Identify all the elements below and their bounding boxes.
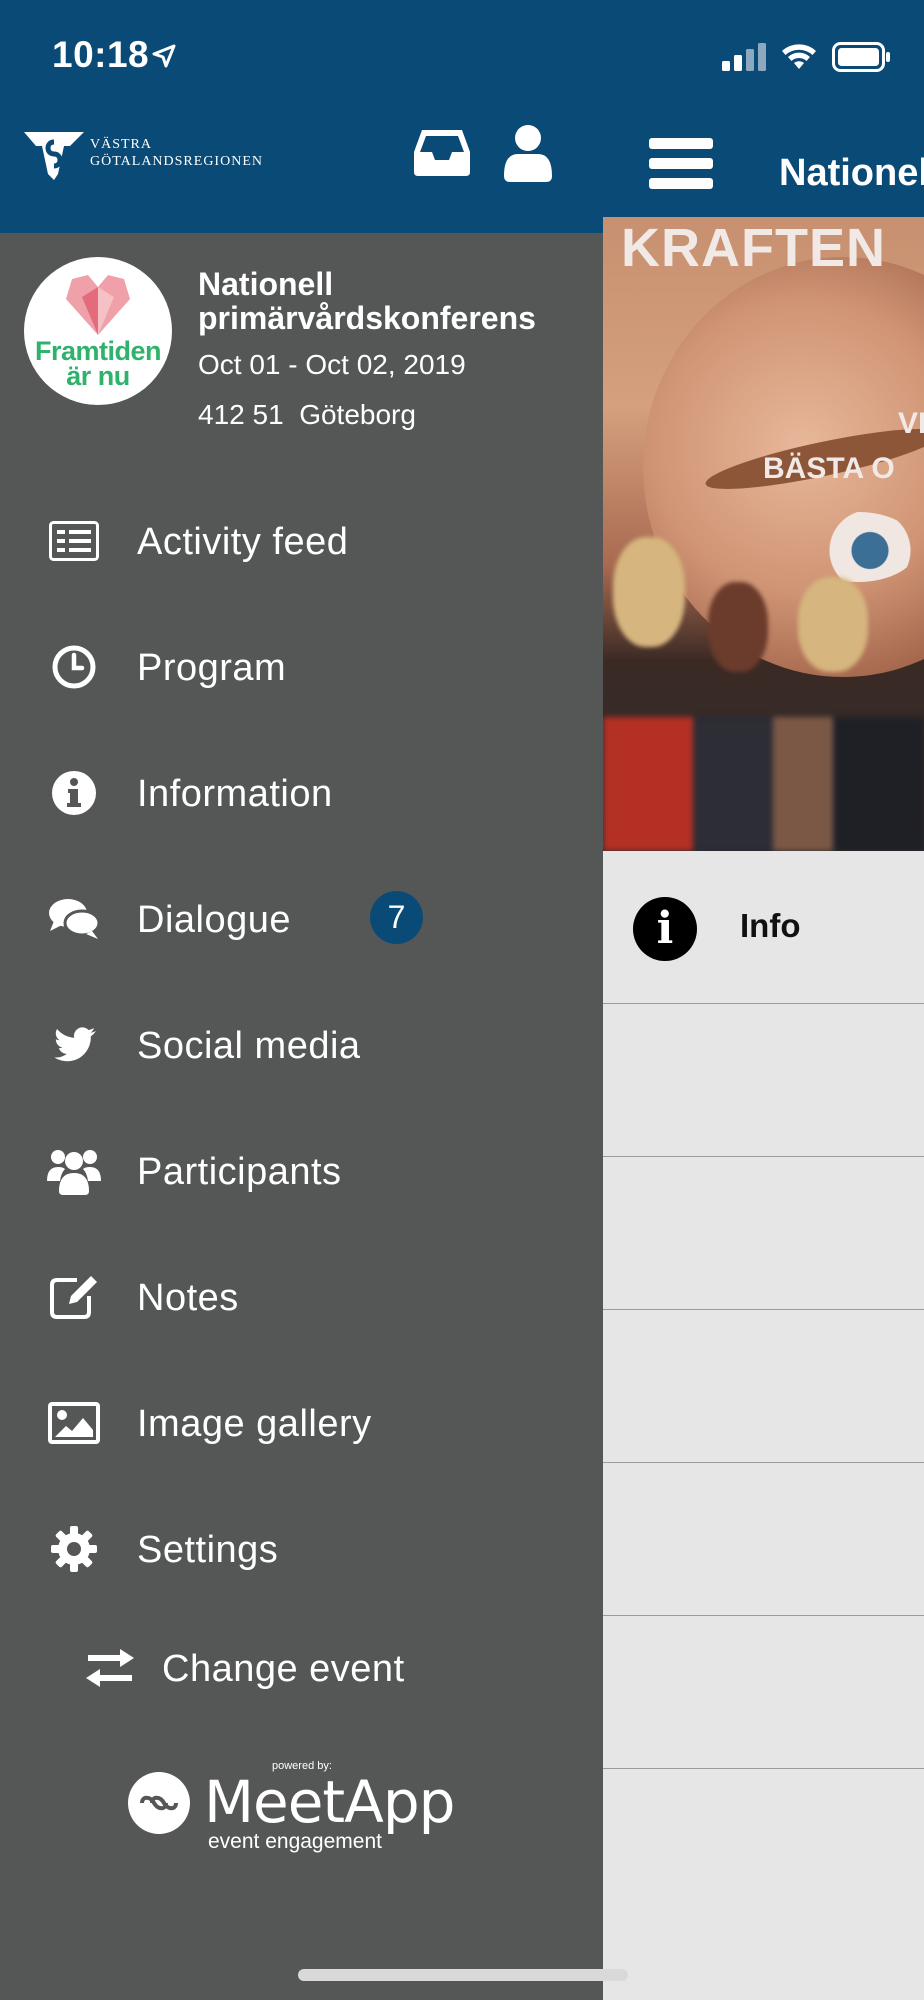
meetapp-tagline: event engagement [208, 1830, 382, 1853]
battery-icon [832, 42, 890, 72]
menu-item-social-media[interactable]: Social media [0, 989, 603, 1099]
main-header: Nationell [603, 0, 924, 217]
event-card[interactable]: Framtiden är nu Nationell primärvårdskon… [0, 233, 603, 448]
wifi-icon [782, 44, 816, 69]
change-event-label: Change event [162, 1648, 405, 1690]
list-item[interactable] [603, 1463, 924, 1616]
chat-bubbles-icon [46, 895, 102, 943]
list-item-info[interactable]: i Info [603, 851, 924, 1004]
event-logo: Framtiden är nu [24, 257, 172, 405]
meetapp-branding: powered by: MeetApp event engagement [128, 1758, 488, 1858]
vgr-emblem-icon [24, 132, 84, 180]
list-item[interactable] [603, 1310, 924, 1463]
menu-item-participants[interactable]: Participants [0, 1115, 603, 1225]
meetapp-wordmark: MeetApp [204, 1768, 455, 1836]
event-logo-text: Framtiden är nu [34, 336, 162, 391]
vgr-logo-text: VÄSTRA GÖTALANDSREGIONEN [90, 137, 263, 169]
status-time: 10:18 [52, 34, 150, 75]
notes-icon [46, 1273, 102, 1321]
menu-item-program[interactable]: Program [0, 611, 603, 721]
main-content: Nationell KRAFTEN VI BÄSTA O i Info [603, 0, 924, 2000]
participants-icon [46, 1147, 102, 1195]
menu-hamburger-button[interactable] [649, 138, 713, 190]
menu-item-label: Image gallery [137, 1403, 372, 1445]
home-indicator[interactable] [298, 1969, 628, 1981]
location-arrow-icon [152, 44, 176, 68]
twitter-icon [46, 1021, 102, 1069]
menu-item-label: Settings [137, 1529, 279, 1571]
inbox-button[interactable] [414, 128, 470, 176]
vgr-logo: VÄSTRA GÖTALANDSREGIONEN [24, 128, 284, 180]
profile-button[interactable] [504, 124, 552, 182]
menu-item-label: Information [137, 773, 333, 815]
menu-item-label: Notes [137, 1277, 239, 1319]
hero-text-line1: KRAFTEN [621, 218, 886, 278]
menu-item-label: Participants [137, 1151, 342, 1193]
drawer-header: 10:18 VÄSTRA GÖTALANDSREGIONEN [0, 0, 603, 233]
signal-icon [722, 43, 766, 71]
menu-item-label: Program [137, 647, 287, 689]
navigation-drawer: 10:18 VÄSTRA GÖTALANDSREGIONEN Framtiden… [0, 0, 603, 2000]
user-icon [504, 125, 552, 182]
menu-item-information[interactable]: Information [0, 737, 603, 847]
menu-item-activity-feed[interactable]: Activity feed [0, 485, 603, 595]
menu-item-label: Social media [137, 1025, 361, 1067]
event-location: 412 51 Göteborg [198, 399, 416, 430]
event-dates: Oct 01 - Oct 02, 2019 [198, 349, 466, 380]
clock-icon [46, 643, 102, 691]
inbox-icon [414, 130, 470, 176]
hero-text-line2: VI [898, 407, 924, 440]
menu-item-settings[interactable]: Settings [0, 1493, 603, 1603]
activity-feed-icon [46, 517, 102, 565]
menu-item-image-gallery[interactable]: Image gallery [0, 1367, 603, 1477]
menu-item-notes[interactable]: Notes [0, 1241, 603, 1351]
image-icon [46, 1399, 102, 1447]
event-title: Nationell primärvårdskonferens [198, 266, 536, 336]
list-item[interactable] [603, 1004, 924, 1157]
info-icon: i [633, 897, 697, 961]
menu-item-label: Dialogue [137, 899, 291, 941]
info-icon [46, 769, 102, 817]
dialogue-count-badge: 7 [370, 891, 423, 944]
hero-image: KRAFTEN VI BÄSTA O [603, 217, 924, 851]
hero-text-line3: BÄSTA O [763, 452, 895, 485]
menu-item-dialogue[interactable]: Dialogue 7 [0, 863, 603, 973]
list-item-label: Info [740, 907, 801, 944]
main-title: Nationell [779, 152, 924, 194]
gear-icon [46, 1525, 102, 1573]
list-item[interactable] [603, 1616, 924, 1769]
meetapp-logo-icon [128, 1772, 190, 1834]
swap-arrows-icon [82, 1644, 138, 1692]
change-event-button[interactable]: Change event [80, 1622, 520, 1722]
menu-item-label: Activity feed [137, 521, 349, 563]
list-item[interactable] [603, 1157, 924, 1310]
status-icons [722, 40, 890, 74]
app-screen: Nationell KRAFTEN VI BÄSTA O i Info 10:1… [0, 0, 924, 2000]
